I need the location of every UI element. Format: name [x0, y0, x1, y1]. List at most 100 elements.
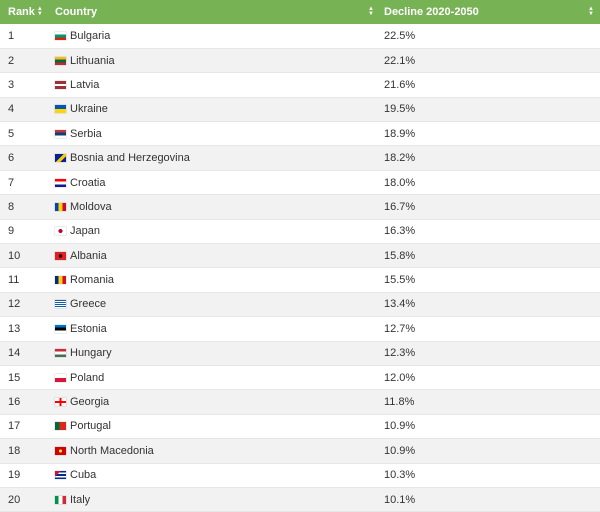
rank-cell: 11	[0, 267, 50, 293]
country-name: Moldova	[70, 200, 112, 213]
decline-cell: 21.6%	[380, 72, 600, 98]
table-row: 7 Croatia 18.0%	[0, 170, 600, 196]
table-header: Rank ▲ ▼ Country ▲ ▼ Decline 2020-2050 ▲ ▼	[0, 0, 600, 24]
country-name: Cuba	[70, 469, 97, 482]
rank-cell: 20	[0, 487, 50, 512]
country-name: North Macedonia	[70, 444, 154, 457]
decline-cell: 18.9%	[380, 121, 600, 147]
population-decline-table: Rank ▲ ▼ Country ▲ ▼ Decline 2020-2050 ▲ ▼ …	[0, 0, 600, 512]
rank-column-header[interactable]: Rank ▲ ▼	[0, 0, 50, 24]
rank-cell: 2	[0, 48, 50, 74]
country-cell: Japan	[50, 219, 380, 245]
decline-cell: 12.3%	[380, 341, 600, 366]
decline-cell: 10.3%	[380, 463, 600, 488]
croatia-flag-icon	[55, 178, 66, 187]
hungary-flag-icon	[55, 349, 66, 358]
country-name: Bulgaria	[70, 29, 111, 42]
sort-icon[interactable]: ▲ ▼	[368, 6, 374, 17]
table-row: 13 Estonia 12.7%	[0, 316, 600, 342]
country-name: Romania	[70, 274, 115, 287]
country-name: Serbia	[70, 127, 102, 140]
cuba-flag-icon	[55, 471, 66, 480]
romania-flag-icon	[55, 276, 66, 285]
country-cell: North Macedonia	[50, 438, 380, 464]
japan-flag-icon	[55, 227, 66, 236]
country-cell: Estonia	[50, 316, 380, 342]
albania-flag-icon	[55, 251, 66, 260]
table-row: 9 Japan 16.3%	[0, 219, 600, 245]
country-cell: Hungary	[50, 341, 380, 366]
decline-cell: 22.5%	[380, 24, 600, 49]
rank-cell: 5	[0, 121, 50, 147]
country-cell: Poland	[50, 365, 380, 391]
sort-icon[interactable]: ▲ ▼	[37, 6, 43, 17]
rank-cell: 3	[0, 72, 50, 98]
country-cell: Georgia	[50, 389, 380, 415]
serbia-flag-icon	[55, 129, 66, 138]
country-name: Croatia	[70, 176, 106, 189]
latvia-flag-icon	[55, 80, 66, 89]
rank-cell: 13	[0, 316, 50, 342]
rank-cell: 10	[0, 243, 50, 269]
table-row: 14 Hungary 12.3%	[0, 341, 600, 366]
table-row: 11 Romania 15.5%	[0, 267, 600, 293]
country-name: Italy	[70, 493, 91, 506]
decline-cell: 16.7%	[380, 194, 600, 220]
country-cell: Cuba	[50, 463, 380, 488]
table-row: 10 Albania 15.8%	[0, 243, 600, 269]
rank-cell: 1	[0, 24, 50, 49]
rank-cell: 17	[0, 414, 50, 440]
decline-cell: 16.3%	[380, 219, 600, 245]
country-name: Estonia	[70, 322, 107, 335]
rank-cell: 18	[0, 438, 50, 464]
table-row: 19 Cuba 10.3%	[0, 463, 600, 488]
country-cell: Croatia	[50, 170, 380, 196]
georgia-flag-icon	[55, 398, 66, 407]
table-row: 16 Georgia 11.8%	[0, 389, 600, 415]
decline-cell: 12.0%	[380, 365, 600, 391]
country-name: Japan	[70, 225, 100, 238]
sort-icon[interactable]: ▲ ▼	[588, 6, 594, 17]
decline-cell: 10.1%	[380, 487, 600, 512]
country-cell: Ukraine	[50, 97, 380, 123]
bulgaria-flag-icon	[55, 31, 66, 40]
country-column-header[interactable]: Country ▲ ▼	[50, 0, 380, 24]
country-name: Georgia	[70, 396, 110, 409]
rank-cell: 19	[0, 463, 50, 488]
table-row: 3 Latvia 21.6%	[0, 72, 600, 98]
table-row: 18 North Macedonia 10.9%	[0, 438, 600, 464]
decline-cell: 18.0%	[380, 170, 600, 196]
decline-cell: 13.4%	[380, 292, 600, 318]
table-row: 20 Italy 10.1%	[0, 487, 600, 512]
country-name: Ukraine	[70, 103, 108, 116]
rank-cell: 7	[0, 170, 50, 196]
decline-cell: 12.7%	[380, 316, 600, 342]
poland-flag-icon	[55, 373, 66, 382]
estonia-flag-icon	[55, 324, 66, 333]
rank-cell: 4	[0, 97, 50, 123]
rank-cell: 15	[0, 365, 50, 391]
decline-cell: 10.9%	[380, 414, 600, 440]
north-macedonia-flag-icon	[55, 446, 66, 455]
decline-cell: 18.2%	[380, 145, 600, 171]
table-row: 12 Greece 13.4%	[0, 292, 600, 318]
decline-cell: 15.5%	[380, 267, 600, 293]
rank-cell: 6	[0, 145, 50, 171]
greece-flag-icon	[55, 300, 66, 309]
decline-column-header[interactable]: Decline 2020-2050 ▲ ▼	[380, 0, 600, 24]
country-cell: Serbia	[50, 121, 380, 147]
rank-cell: 14	[0, 341, 50, 366]
bosnia-flag-icon	[55, 154, 66, 163]
table-row: 1 Bulgaria 22.5%	[0, 24, 600, 49]
table-row: 17 Portugal 10.9%	[0, 414, 600, 440]
country-cell: Moldova	[50, 194, 380, 220]
country-name: Latvia	[70, 78, 100, 91]
rank-header-label: Rank	[8, 6, 35, 18]
table-row: 8 Moldova 16.7%	[0, 194, 600, 220]
decline-cell: 19.5%	[380, 97, 600, 123]
italy-flag-icon	[55, 495, 66, 504]
country-cell: Portugal	[50, 414, 380, 440]
table-row: 2 Lithuania 22.1%	[0, 48, 600, 74]
table-row: 4 Ukraine 19.5%	[0, 97, 600, 123]
country-name: Lithuania	[70, 54, 115, 67]
